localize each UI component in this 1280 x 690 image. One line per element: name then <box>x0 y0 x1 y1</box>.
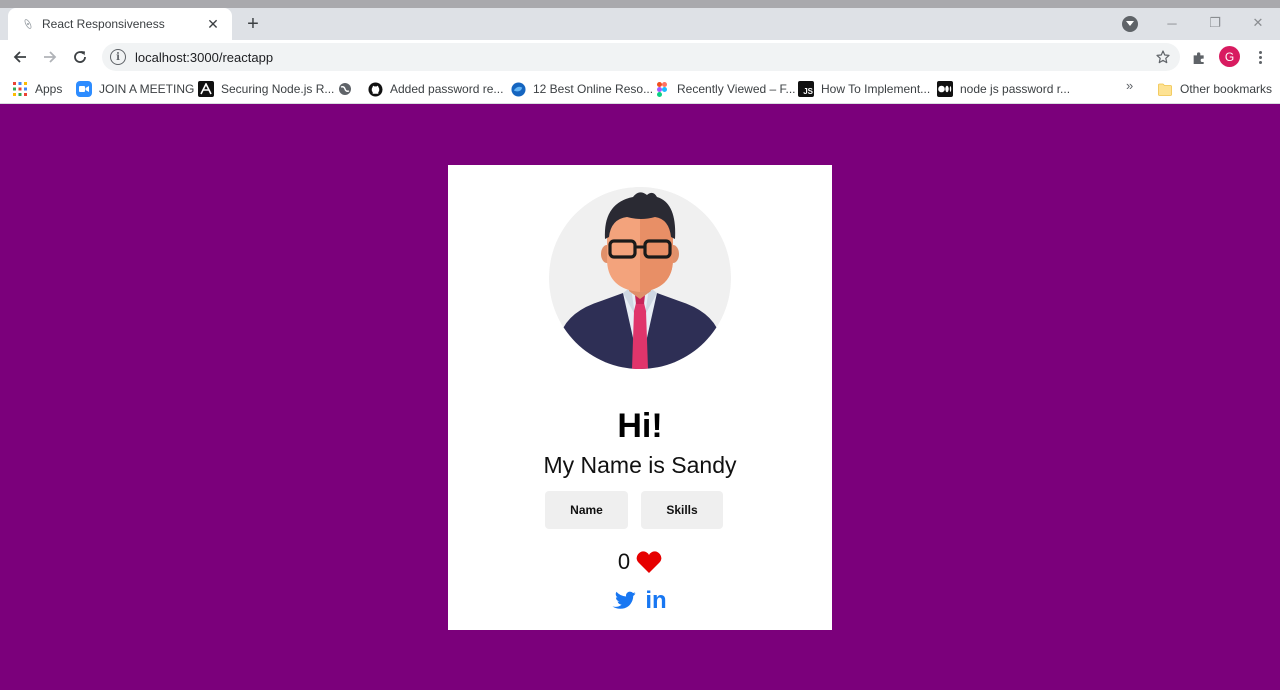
react-favicon-icon <box>20 16 36 32</box>
bookmarks-bar: Apps JOIN A MEETING Securing Node.js R..… <box>0 74 1280 104</box>
skills-button[interactable]: Skills <box>641 491 723 529</box>
social-links: in <box>448 589 832 613</box>
tab-title: React Responsiveness <box>42 17 165 31</box>
close-window-icon[interactable]: ✕ <box>1236 8 1280 38</box>
bookmark-how-to-implement[interactable]: JS How To Implement... <box>798 78 930 100</box>
minimize-icon[interactable]: ─ <box>1150 8 1194 38</box>
more-bookmarks-chevron-icon[interactable]: » <box>1126 78 1133 93</box>
bookmark-label: JOIN A MEETING <box>99 82 195 96</box>
reload-icon[interactable] <box>67 44 93 70</box>
greeting-heading: Hi! <box>617 407 663 445</box>
site-info-icon[interactable]: i <box>110 49 126 65</box>
extensions-puzzle-icon[interactable] <box>1188 47 1210 69</box>
browser-tab-active[interactable]: React Responsiveness ✕ <box>8 8 232 40</box>
restore-icon[interactable]: ❐ <box>1193 8 1237 38</box>
zoom-icon <box>76 81 92 97</box>
folder-icon <box>1157 81 1173 97</box>
window-top-strip <box>0 0 1280 8</box>
close-tab-icon[interactable]: ✕ <box>204 15 222 33</box>
address-bar[interactable]: i localhost:3000/reactapp <box>102 43 1180 71</box>
browser-menu-icon[interactable] <box>1250 47 1270 67</box>
medium-icon <box>937 81 953 97</box>
intro-text: My Name is Sandy <box>543 452 737 478</box>
bookmark-added-password[interactable]: Added password re... <box>367 78 503 100</box>
js-icon: JS <box>798 81 814 97</box>
bookmark-label: node js password r... <box>960 82 1071 96</box>
blue-globe-icon <box>510 81 526 97</box>
like-count: 0 <box>617 549 631 574</box>
bookmark-star-icon[interactable] <box>1154 48 1172 66</box>
bookmark-recently-viewed[interactable]: Recently Viewed – F... <box>654 78 796 100</box>
profile-avatar-illustration <box>549 187 731 369</box>
other-bookmarks-label: Other bookmarks <box>1180 82 1273 96</box>
profile-avatar[interactable]: G <box>1219 46 1240 67</box>
bookmark-label: Added password re... <box>390 82 504 96</box>
address-url[interactable]: localhost:3000/reactapp <box>135 50 273 65</box>
apps-grid-icon <box>12 81 28 97</box>
like-counter: 0 <box>448 549 832 575</box>
bookmark-label: Recently Viewed – F... <box>677 82 796 96</box>
name-button[interactable]: Name <box>545 491 628 529</box>
globe-icon <box>337 81 353 97</box>
bookmark-globe[interactable] <box>337 78 360 100</box>
profile-card: Hi! My Name is Sandy Name Skills 0 in <box>448 165 832 630</box>
bookmark-apps[interactable]: Apps <box>12 78 62 100</box>
bookmark-label: Apps <box>35 82 63 96</box>
linkedin-icon[interactable]: in <box>644 589 668 613</box>
twitter-icon[interactable] <box>612 589 636 613</box>
tab-bar: React Responsiveness ✕ + ─ ❐ ✕ <box>0 8 1280 40</box>
bookmark-12-best-online[interactable]: 12 Best Online Reso... <box>510 78 653 100</box>
github-icon <box>367 81 383 97</box>
other-bookmarks[interactable]: Other bookmarks <box>1157 78 1272 100</box>
back-arrow-icon[interactable] <box>7 44 33 70</box>
browser-toolbar: i localhost:3000/reactapp G <box>0 40 1280 74</box>
bookmark-join-meeting[interactable]: JOIN A MEETING <box>76 78 194 100</box>
profile-dropdown-icon[interactable] <box>1122 16 1138 32</box>
bookmark-securing-nodejs[interactable]: Securing Node.js R... <box>198 78 334 100</box>
bookmark-node-password[interactable]: node js password r... <box>937 78 1070 100</box>
forward-arrow-icon[interactable] <box>37 44 63 70</box>
heart-icon[interactable] <box>636 550 662 574</box>
auth0-icon <box>198 81 214 97</box>
figma-icon <box>654 81 670 97</box>
bookmark-label: Securing Node.js R... <box>221 82 335 96</box>
new-tab-button[interactable]: + <box>240 12 266 36</box>
bookmark-label: 12 Best Online Reso... <box>533 82 654 96</box>
bookmark-label: How To Implement... <box>821 82 931 96</box>
